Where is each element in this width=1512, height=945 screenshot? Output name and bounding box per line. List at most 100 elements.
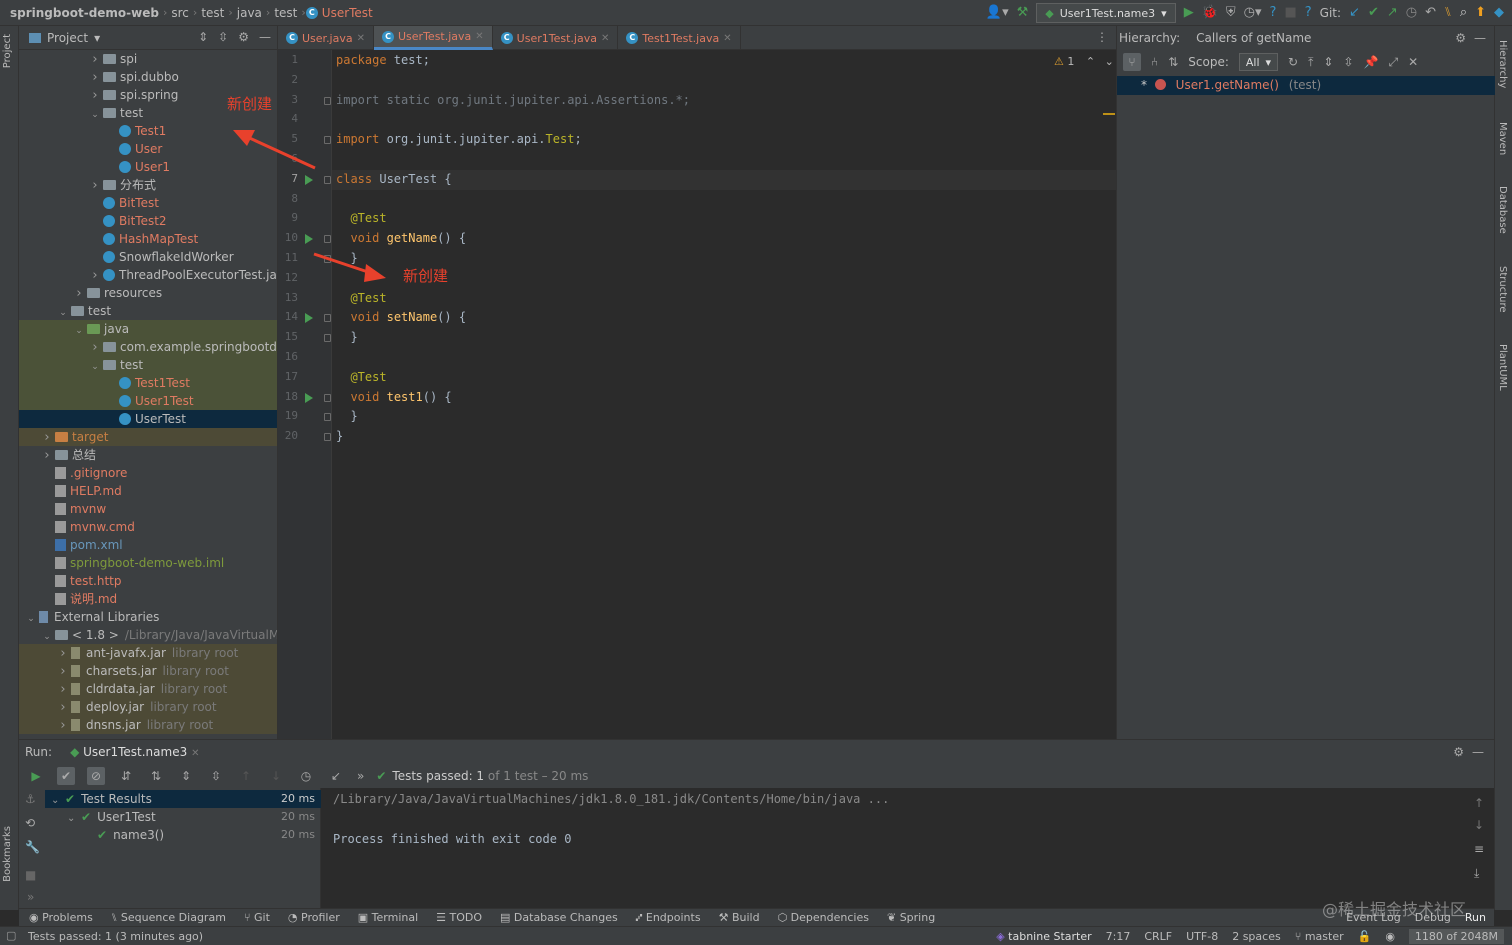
close-icon[interactable]: ✕: [723, 33, 731, 44]
chevron-right-icon[interactable]: ›: [89, 87, 101, 105]
tool-window-button[interactable]: ⚒ Build: [719, 911, 760, 924]
profile-icon[interactable]: ◷▾: [1244, 6, 1262, 20]
pin-tab-icon[interactable]: ⤒: [1308, 55, 1313, 70]
chevron-right-icon[interactable]: ›: [57, 681, 69, 699]
fold-marker-icon[interactable]: [324, 433, 331, 442]
error-stripe-mark[interactable]: [1103, 113, 1115, 115]
build-hammer-icon[interactable]: ⚒: [1017, 6, 1029, 20]
fold-marker-icon[interactable]: [324, 96, 331, 105]
chevron-right-icon[interactable]: ›: [89, 339, 101, 357]
tool-window-button[interactable]: ▣ Terminal: [358, 911, 418, 924]
chevron-right-icon[interactable]: ›: [89, 267, 101, 285]
caller-hierarchy-icon[interactable]: ⑂: [1123, 53, 1141, 71]
git-history-icon[interactable]: ◷: [1406, 6, 1417, 20]
breadcrumb-java[interactable]: java: [233, 6, 266, 20]
tool-window-button[interactable]: ⑂ Git: [244, 911, 270, 924]
collapse-all-icon[interactable]: ⇳: [218, 30, 228, 44]
scope-select[interactable]: All ▾: [1238, 53, 1279, 71]
hierarchy-item[interactable]: * User1.getName() (test): [1117, 76, 1495, 95]
search-icon[interactable]: ⌕: [1460, 6, 1467, 20]
tool-window-button[interactable]: ◔ Profiler: [288, 911, 340, 924]
expand-all-icon[interactable]: ⇕: [1323, 55, 1333, 69]
editor-tab[interactable]: C User.java ✕: [278, 26, 374, 50]
project-tree-item[interactable]: › com.example.springbootde: [19, 338, 277, 357]
chevron-right-icon[interactable]: ›: [89, 177, 101, 195]
project-tree-item[interactable]: ⌄ < 1.8 >/Library/Java/JavaVirtualMa: [19, 626, 277, 644]
gear-icon[interactable]: ⚙: [1453, 745, 1464, 759]
tool-window-button[interactable]: ☰ TODO: [436, 911, 482, 924]
project-tree-item[interactable]: › target: [19, 428, 277, 446]
project-tree-item[interactable]: › resources: [19, 284, 277, 303]
more-icon[interactable]: ⋮: [1096, 30, 1108, 44]
layout-icon[interactable]: ▢: [6, 929, 16, 942]
update-icon[interactable]: ⬆: [1475, 6, 1486, 20]
expand-all-icon[interactable]: ⇕: [177, 767, 195, 785]
fold-marker-icon[interactable]: [324, 175, 331, 184]
rollback-icon[interactable]: ↶: [1425, 6, 1436, 20]
sort-icon[interactable]: ⇅: [1168, 55, 1178, 69]
maven-tool-tab[interactable]: Maven: [1497, 122, 1508, 155]
project-tree-item[interactable]: › deploy.jar library root: [19, 698, 277, 716]
project-tree-item[interactable]: User1Test: [19, 392, 277, 410]
scroll-to-end-icon[interactable]: ⤓: [1474, 866, 1479, 881]
test-history-icon[interactable]: ◷: [297, 767, 315, 785]
project-tree-item[interactable]: 说明.md: [19, 590, 277, 608]
test-result-row[interactable]: ⌄ ✔ Test Results 20 ms: [45, 790, 321, 808]
project-tree-item[interactable]: springboot-demo-web.iml: [19, 554, 277, 572]
chevron-right-icon[interactable]: ›: [73, 285, 85, 303]
plantuml-tool-tab[interactable]: PlantUML: [1497, 344, 1508, 391]
fold-marker-icon[interactable]: [324, 235, 331, 244]
gear-icon[interactable]: ⚙: [1455, 31, 1466, 45]
collapse-all-icon[interactable]: ⇳: [207, 767, 225, 785]
project-tree-item[interactable]: pom.xml: [19, 536, 277, 554]
project-tree-item[interactable]: › ThreadPoolExecutorTest.jav: [19, 266, 277, 285]
inspector-icon[interactable]: ◉: [1385, 930, 1395, 943]
test-result-row[interactable]: ✔ name3() 20 ms: [45, 826, 321, 844]
fold-marker-icon[interactable]: [324, 413, 331, 422]
tool-window-button[interactable]: ❦ Spring: [887, 911, 935, 924]
chevron-up-icon[interactable]: ⌃: [1086, 55, 1095, 68]
coverage-icon[interactable]: ⛨: [1226, 6, 1236, 20]
project-tree-item[interactable]: ⌄ test: [19, 302, 277, 320]
tool-window-button[interactable]: ⑊ Sequence Diagram: [111, 911, 226, 924]
project-tree-item[interactable]: BitTest2: [19, 212, 277, 230]
code-editor[interactable]: package test; import static org.junit.jup…: [332, 50, 1116, 739]
user-icon[interactable]: 👤▾: [986, 6, 1009, 20]
fold-marker-icon[interactable]: [324, 393, 331, 402]
project-tree-item[interactable]: › ant-javafx.jar library root: [19, 644, 277, 662]
hide-icon[interactable]: —: [1474, 31, 1486, 45]
indent-setting[interactable]: 2 spaces: [1232, 930, 1281, 943]
project-view-select[interactable]: Project: [47, 31, 88, 45]
search-everywhere-icon[interactable]: ?: [1305, 6, 1312, 20]
chevron-down-icon[interactable]: ⌄: [1105, 55, 1114, 68]
close-icon[interactable]: ✕: [475, 31, 483, 42]
console-output[interactable]: /Library/Java/JavaVirtualMachines/jdk1.8…: [321, 788, 1494, 908]
previous-test-icon[interactable]: ↑: [237, 767, 255, 785]
breadcrumb-src[interactable]: src: [167, 6, 193, 20]
stop-icon[interactable]: ■: [1284, 6, 1296, 20]
project-tree-item[interactable]: .gitignore: [19, 464, 277, 482]
structure-tool-tab[interactable]: Structure: [1497, 266, 1508, 313]
editor-tab[interactable]: C Test1Test.java ✕: [618, 26, 741, 50]
git-branch[interactable]: ⑂ master: [1295, 930, 1344, 943]
editor-tab[interactable]: C UserTest.java ✕: [374, 26, 493, 50]
project-tree-item[interactable]: mvnw: [19, 500, 277, 518]
run-test-gutter-icon[interactable]: [305, 313, 313, 324]
project-tree-item[interactable]: › charsets.jar library root: [19, 662, 277, 681]
close-icon[interactable]: ✕: [1408, 55, 1418, 69]
refresh-icon[interactable]: ↻: [1288, 55, 1298, 69]
chevron-right-icon[interactable]: ›: [57, 663, 69, 681]
project-tool-tab[interactable]: Project: [2, 34, 13, 68]
run-test-gutter-icon[interactable]: [305, 234, 313, 245]
rerun-icon[interactable]: ▶: [27, 767, 45, 785]
chevron-down-icon[interactable]: ▾: [94, 31, 100, 45]
test-result-row[interactable]: ⌄ ✔ User1Test 20 ms: [45, 808, 321, 826]
vcs-icon[interactable]: ⑊: [1444, 6, 1452, 20]
scroll-up-icon[interactable]: ↑: [1474, 796, 1484, 810]
project-tree-item[interactable]: ⌄ java: [19, 320, 277, 338]
sort-duration-icon[interactable]: ⇅: [147, 767, 165, 785]
close-icon[interactable]: ✕: [191, 748, 199, 759]
more-icon[interactable]: »: [27, 890, 34, 904]
expand-all-icon[interactable]: ⇕: [198, 30, 208, 44]
tabnine-widget[interactable]: ◈ tabnine Starter: [996, 930, 1091, 943]
